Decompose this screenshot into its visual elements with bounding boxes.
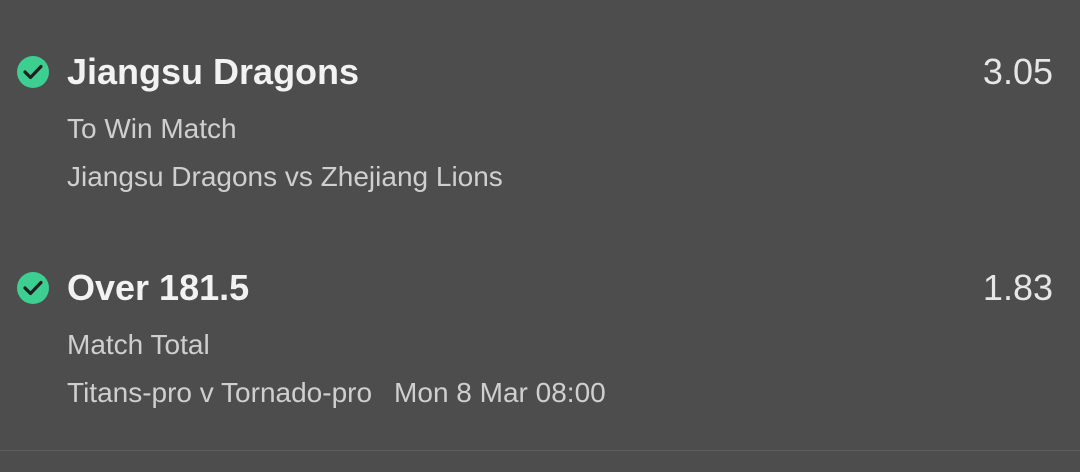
selection-event: Titans-pro v Tornado-pro Mon 8 Mar 08:00	[67, 376, 606, 410]
check-circle-icon	[17, 272, 49, 304]
selection-title: Jiangsu Dragons	[67, 51, 360, 92]
selection-odds: 1.83	[982, 267, 1053, 308]
selection-event: Jiangsu Dragons vs Zhejiang Lions	[67, 160, 525, 194]
selection-title: Over 181.5	[67, 267, 250, 308]
event-name: Jiangsu Dragons vs Zhejiang Lions	[67, 161, 503, 192]
event-name: Titans-pro v Tornado-pro	[67, 377, 373, 408]
selection-market: To Win Match	[67, 113, 237, 144]
selection-market: Match Total	[67, 329, 210, 360]
check-circle-icon	[17, 56, 49, 88]
selection-odds: 3.05	[982, 51, 1053, 92]
event-time: Mon 8 Mar 08:00	[394, 377, 606, 408]
divider	[0, 450, 1080, 451]
